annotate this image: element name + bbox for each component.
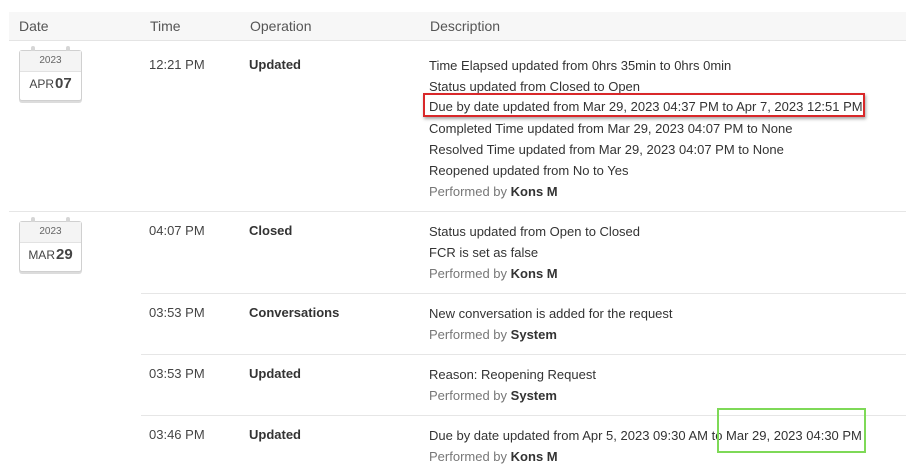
performer-name: Kons M bbox=[510, 266, 558, 281]
performed-by: Performed by Kons M bbox=[429, 266, 558, 281]
column-header-time: Time bbox=[150, 18, 181, 34]
performer-name: Kons M bbox=[510, 449, 558, 464]
calendar-date-badge: 2023 MAR29 bbox=[19, 217, 82, 272]
performed-by-label: Performed by bbox=[429, 184, 508, 199]
entry-time: 03:46 PM bbox=[149, 427, 205, 442]
green-highlight-box bbox=[717, 408, 866, 453]
column-header-operation: Operation bbox=[250, 18, 312, 34]
entry-operation: Updated bbox=[249, 427, 301, 442]
description-line: Status updated from Closed to Open bbox=[429, 79, 641, 94]
calendar-day: 07 bbox=[55, 75, 72, 92]
performed-by: Performed by Kons M bbox=[429, 449, 558, 464]
performed-by-label: Performed by bbox=[429, 266, 508, 281]
performed-by: Performed by System bbox=[429, 388, 557, 403]
entry-time: 04:07 PM bbox=[149, 223, 205, 238]
description-line: Reason: Reopening Request bbox=[429, 367, 596, 382]
calendar-day: 29 bbox=[55, 246, 73, 263]
performed-by-label: Performed by bbox=[429, 449, 508, 464]
description-line: Resolved Time updated from Mar 29, 2023 … bbox=[429, 142, 784, 157]
column-header-description: Description bbox=[430, 18, 501, 34]
entry-time: 03:53 PM bbox=[149, 305, 205, 320]
entry-operation: Updated bbox=[249, 57, 301, 72]
performer-name: Kons M bbox=[510, 184, 558, 199]
entry-time: 03:53 PM bbox=[149, 366, 205, 381]
entry-divider bbox=[141, 354, 906, 355]
description-line: Time Elapsed updated from 0hrs 35min to … bbox=[429, 58, 732, 73]
entry-time: 12:21 PM bbox=[149, 57, 205, 72]
performed-by-label: Performed by bbox=[429, 327, 508, 342]
column-header-date: Date bbox=[19, 18, 49, 34]
performed-by: Performed by System bbox=[429, 327, 557, 342]
performed-by-label: Performed by bbox=[429, 388, 508, 403]
description-line: New conversation is added for the reques… bbox=[429, 306, 673, 321]
entry-operation: Closed bbox=[249, 223, 293, 238]
calendar-month: APR bbox=[29, 77, 54, 91]
description-line: FCR is set as false bbox=[429, 245, 539, 260]
performed-by: Performed by Kons M bbox=[429, 184, 558, 199]
description-line: Completed Time updated from Mar 29, 2023… bbox=[429, 121, 793, 136]
performer-name: System bbox=[510, 327, 557, 342]
calendar-date-badge: 2023 APR07 bbox=[19, 46, 82, 101]
entry-divider bbox=[141, 293, 906, 294]
history-table-header: Date Time Operation Description bbox=[9, 12, 906, 41]
description-line: Reopened updated from No to Yes bbox=[429, 163, 629, 178]
group-divider bbox=[9, 211, 906, 212]
calendar-year: 2023 bbox=[20, 51, 81, 72]
performer-name: System bbox=[510, 388, 557, 403]
calendar-month: MAR bbox=[28, 248, 55, 262]
calendar-year: 2023 bbox=[20, 222, 81, 243]
description-line: Status updated from Open to Closed bbox=[429, 224, 641, 239]
red-highlight-box bbox=[423, 93, 865, 117]
entry-operation: Updated bbox=[249, 366, 301, 381]
entry-operation: Conversations bbox=[249, 305, 340, 320]
